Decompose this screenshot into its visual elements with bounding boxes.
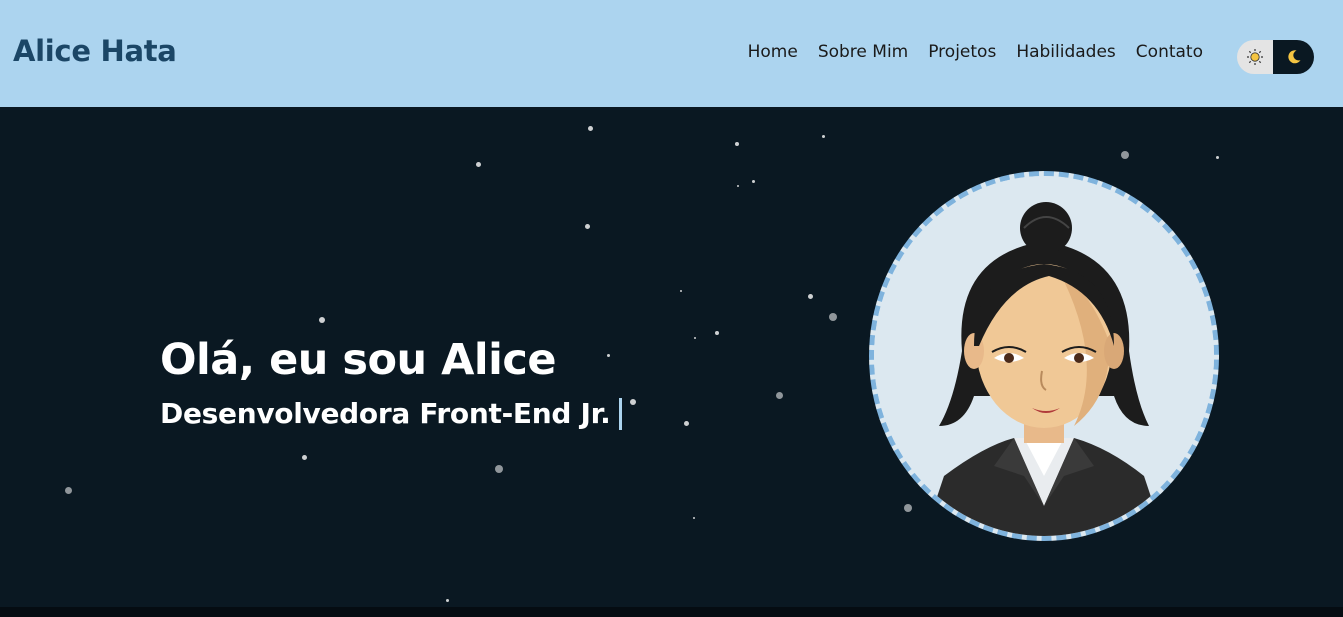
star	[904, 504, 912, 512]
main-nav: Home Sobre Mim Projetos Habilidades Cont…	[745, 42, 1206, 62]
star	[829, 313, 837, 321]
star	[495, 465, 503, 473]
typing-caret	[618, 397, 622, 430]
hero-section: Olá, eu sou Alice Desenvolvedora Front-E…	[0, 107, 1343, 607]
star	[693, 517, 695, 519]
star	[694, 337, 696, 339]
star	[776, 392, 783, 399]
sun-icon	[1247, 49, 1263, 65]
footer-strip	[0, 607, 1343, 617]
star	[630, 399, 636, 405]
brand-logo[interactable]: Alice Hata	[13, 34, 177, 68]
star	[1121, 151, 1129, 159]
hero-subtitle: Desenvolvedora Front-End Jr.	[160, 397, 611, 430]
nav-home[interactable]: Home	[745, 42, 801, 62]
nav-projetos[interactable]: Projetos	[925, 42, 999, 62]
theme-light-option[interactable]	[1237, 40, 1273, 74]
star	[735, 142, 739, 146]
nav-sobre-mim[interactable]: Sobre Mim	[815, 42, 911, 62]
star	[1216, 156, 1219, 159]
site-header: Alice Hata Home Sobre Mim Projetos Habil…	[0, 0, 1343, 107]
star	[822, 135, 825, 138]
star	[476, 162, 481, 167]
hero-title: Olá, eu sou Alice	[160, 335, 557, 385]
star	[752, 180, 755, 183]
star	[715, 331, 719, 335]
star	[446, 599, 449, 602]
avatar	[869, 171, 1219, 541]
star	[808, 294, 813, 299]
star	[585, 224, 590, 229]
star	[680, 290, 682, 292]
star	[319, 317, 325, 323]
star	[65, 487, 72, 494]
nav-habilidades[interactable]: Habilidades	[1013, 42, 1118, 62]
star	[302, 455, 307, 460]
star	[737, 185, 739, 187]
theme-dark-option[interactable]	[1273, 40, 1314, 74]
hero-subtitle-wrap: Desenvolvedora Front-End Jr.	[160, 397, 622, 430]
star	[607, 354, 610, 357]
nav-contato[interactable]: Contato	[1133, 42, 1206, 62]
avatar-illustration	[874, 176, 1214, 536]
theme-toggle[interactable]	[1237, 40, 1314, 74]
star	[684, 421, 689, 426]
star	[588, 126, 593, 131]
moon-icon	[1287, 50, 1300, 64]
